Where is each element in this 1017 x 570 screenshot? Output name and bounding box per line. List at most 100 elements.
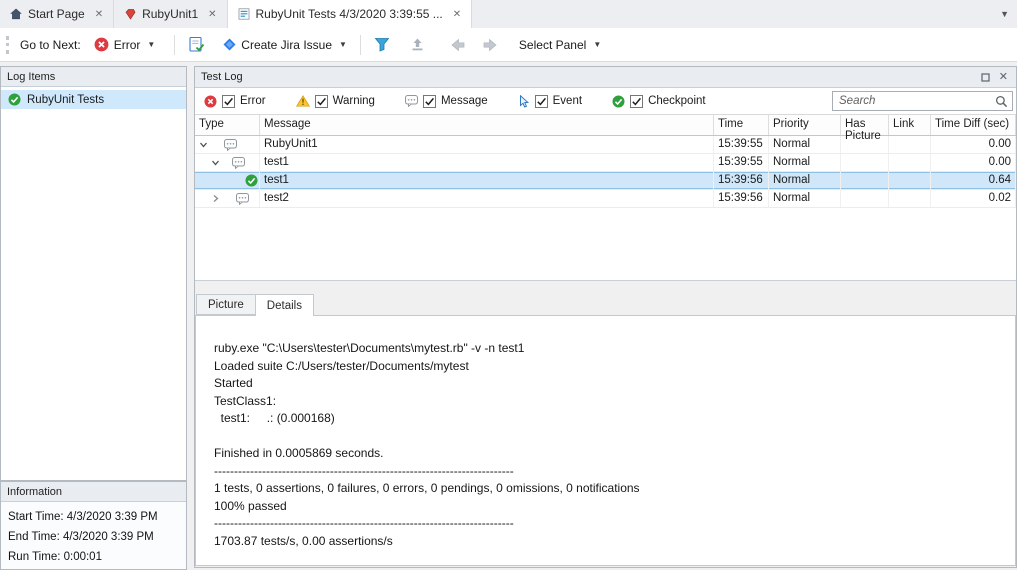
log-items-tree: RubyUnit Tests xyxy=(1,87,186,109)
checkpoint-icon xyxy=(245,174,258,187)
tree-item-rubyunit-tests[interactable]: RubyUnit Tests xyxy=(1,90,186,109)
error-checkbox[interactable] xyxy=(222,95,235,108)
tab-rubyunit1[interactable]: RubyUnit1 ✕ xyxy=(114,0,227,28)
create-jira-issue-dropdown[interactable]: Create Jira Issue ▼ xyxy=(218,35,352,55)
cell-time: 15:39:56 xyxy=(714,190,769,207)
search-input[interactable] xyxy=(839,95,995,107)
jira-diamond-icon xyxy=(223,38,236,51)
cell-has-picture xyxy=(841,136,889,153)
end-time-text: End Time: 4/3/2020 3:39 PM xyxy=(8,527,179,547)
restore-panel-icon[interactable] xyxy=(981,73,990,82)
cell-link xyxy=(889,190,931,207)
table-row[interactable]: test1 15:39:55 Normal 0.00 xyxy=(195,154,1016,172)
cell-message: test2 xyxy=(260,190,714,207)
filter-label: Checkpoint xyxy=(648,95,706,107)
cell-time-diff: 0.00 xyxy=(931,136,1016,153)
tab-rubyunit-tests-log[interactable]: RubyUnit Tests 4/3/2020 3:39:55 ... ✕ xyxy=(228,0,473,28)
message-icon xyxy=(232,157,245,169)
close-tab-icon[interactable]: ✕ xyxy=(95,9,103,20)
back-button[interactable] xyxy=(444,34,472,56)
tab-overflow-chevron-icon[interactable]: ▼ xyxy=(1000,0,1009,28)
chevron-down-icon[interactable] xyxy=(211,158,220,167)
filter-checkpoint: Checkpoint xyxy=(612,95,706,108)
forward-button[interactable] xyxy=(476,34,504,56)
column-header-priority[interactable]: Priority xyxy=(769,115,841,135)
cell-has-picture xyxy=(841,154,889,171)
information-body: Start Time: 4/3/2020 3:39 PM End Time: 4… xyxy=(1,502,186,570)
tab-details[interactable]: Details xyxy=(255,294,314,316)
cell-link xyxy=(889,154,931,171)
toolbar-grip[interactable] xyxy=(6,36,11,54)
close-panel-icon[interactable]: ✕ xyxy=(999,72,1008,83)
message-icon xyxy=(405,95,418,107)
select-panel-label: Select Panel xyxy=(519,38,586,52)
search-box xyxy=(832,91,1013,111)
checkpoint-checkbox[interactable] xyxy=(630,95,643,108)
test-log-header: Test Log ✕ xyxy=(195,67,1016,88)
post-defect-button[interactable] xyxy=(369,34,395,55)
chevron-down-icon: ▼ xyxy=(147,40,155,49)
details-panel: ruby.exe "C:\Users\tester\Documents\myte… xyxy=(195,315,1016,566)
tree-item-label: RubyUnit Tests xyxy=(27,94,104,106)
filter-event: Event xyxy=(518,95,582,108)
cell-time-diff: 0.64 xyxy=(931,172,1016,189)
home-icon xyxy=(10,8,22,20)
select-panel-dropdown[interactable]: Select Panel ▼ xyxy=(514,35,606,55)
column-header-message[interactable]: Message xyxy=(260,115,714,135)
cell-link xyxy=(889,172,931,189)
test-log-panel: Test Log ✕ Error Warning Message Event xyxy=(194,66,1017,568)
tab-picture[interactable]: Picture xyxy=(196,294,256,315)
cell-priority: Normal xyxy=(769,154,841,171)
forward-arrow-icon xyxy=(481,37,499,53)
cell-has-picture xyxy=(841,172,889,189)
filter-warning: Warning xyxy=(296,95,375,108)
warning-icon xyxy=(296,95,310,107)
cell-message: test1 xyxy=(260,172,714,189)
table-row[interactable]: test2 15:39:56 Normal 0.02 xyxy=(195,190,1016,208)
log-items-header: Log Items xyxy=(1,67,186,87)
filter-message: Message xyxy=(405,95,488,108)
create-issue-button[interactable] xyxy=(183,33,210,56)
checkpoint-icon xyxy=(8,93,21,106)
log-table: Type Message Time Priority Has Picture L… xyxy=(195,115,1016,281)
table-row-selected[interactable]: test1 15:39:56 Normal 0.64 xyxy=(195,172,1016,190)
document-tabbar: Start Page ✕ RubyUnit1 ✕ RubyUnit Tests … xyxy=(0,0,1017,28)
filter-label: Event xyxy=(553,95,582,107)
toolbar: Go to Next: Error ▼ Create Jira Issue ▼ … xyxy=(0,28,1017,62)
message-checkbox[interactable] xyxy=(423,95,436,108)
column-header-time[interactable]: Time xyxy=(714,115,769,135)
column-header-time-diff[interactable]: Time Diff (sec) xyxy=(931,115,1016,135)
error-icon xyxy=(94,37,109,52)
event-checkbox[interactable] xyxy=(535,95,548,108)
column-header-type[interactable]: Type xyxy=(195,115,260,135)
error-icon xyxy=(204,95,217,108)
tab-label: Details xyxy=(267,300,302,312)
chevron-right-icon[interactable] xyxy=(211,194,220,203)
test-log-title: Test Log xyxy=(201,71,243,83)
cell-has-picture xyxy=(841,190,889,207)
column-header-has-picture[interactable]: Has Picture xyxy=(841,115,889,135)
search-icon xyxy=(995,95,1008,108)
cell-priority: Normal xyxy=(769,190,841,207)
clipboard-check-icon xyxy=(188,36,205,53)
information-title: Information xyxy=(7,486,62,498)
go-to-next-error-dropdown[interactable]: Error ▼ xyxy=(89,34,161,55)
information-header: Information xyxy=(1,482,186,502)
cell-time: 15:39:56 xyxy=(714,172,769,189)
event-icon xyxy=(518,95,530,108)
chevron-down-icon: ▼ xyxy=(339,40,347,49)
upload-results-button[interactable] xyxy=(405,34,430,55)
chevron-down-icon[interactable] xyxy=(199,140,208,149)
cell-link xyxy=(889,136,931,153)
start-time-text: Start Time: 4/3/2020 3:39 PM xyxy=(8,507,179,527)
close-tab-icon[interactable]: ✕ xyxy=(208,9,216,20)
tab-start-page[interactable]: Start Page ✕ xyxy=(0,0,114,28)
warning-checkbox[interactable] xyxy=(315,95,328,108)
cell-priority: Normal xyxy=(769,172,841,189)
cell-priority: Normal xyxy=(769,136,841,153)
close-tab-icon[interactable]: ✕ xyxy=(453,9,461,20)
error-dropdown-label: Error xyxy=(114,38,141,52)
table-row[interactable]: RubyUnit1 15:39:55 Normal 0.00 xyxy=(195,136,1016,154)
column-header-link[interactable]: Link xyxy=(889,115,931,135)
filter-label: Warning xyxy=(333,95,375,107)
